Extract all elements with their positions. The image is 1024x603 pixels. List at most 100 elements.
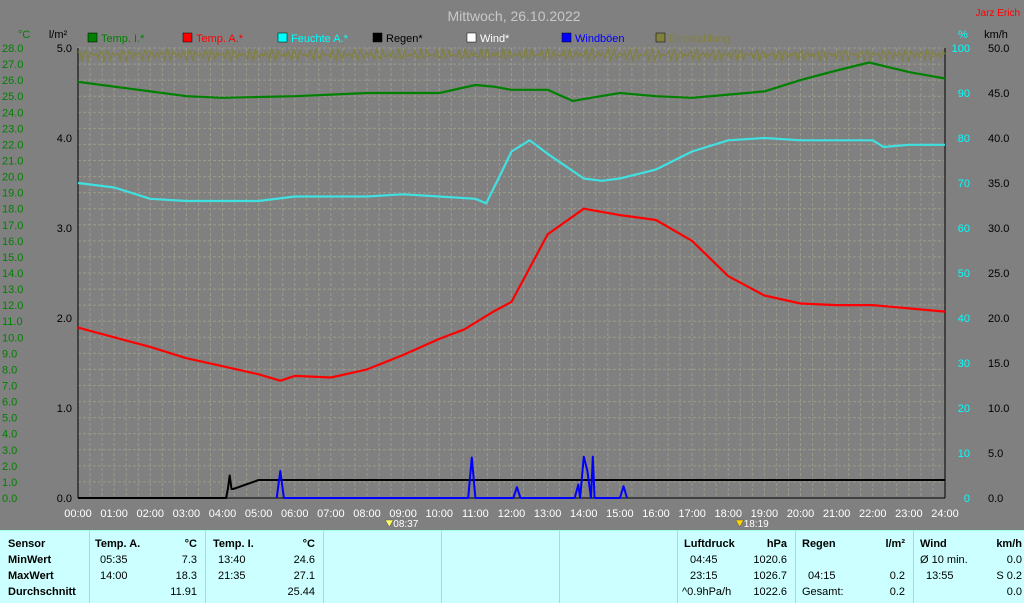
rain-tick-label: 3.0	[57, 223, 72, 235]
wind-avg-label: Ø 10 min.	[920, 554, 968, 566]
temp-tick-label: 8.0	[2, 364, 17, 376]
humidity-tick-label: 70	[958, 178, 970, 190]
temp-i-header: Temp. I.	[213, 538, 254, 550]
luftdruck-column: Luftdruck hPa 04:45 1020.6 23:15 1026.7 …	[678, 531, 796, 603]
temp-tick-label: 27.0	[2, 59, 23, 71]
empty-column-3	[560, 531, 678, 603]
regen-gesamt-label: Gesamt:	[802, 586, 844, 598]
wind-tick-label: 5.0	[988, 448, 1003, 460]
humidity-tick-label: 20	[958, 403, 970, 415]
empty-column-1	[324, 531, 442, 603]
temp-tick-label: 23.0	[2, 123, 23, 135]
temp-tick-label: 12.0	[2, 300, 23, 312]
wind-tick-label: 50.0	[988, 43, 1009, 55]
wind-header: Wind	[920, 538, 947, 550]
regen-r1-val: 0.2	[889, 570, 905, 582]
wind-tick-label: 15.0	[988, 358, 1009, 370]
temp-tick-label: 4.0	[2, 429, 17, 441]
rain-tick-label: 4.0	[57, 133, 72, 145]
minwert-label: MinWert	[8, 554, 52, 566]
temp-tick-label: 7.0	[2, 381, 17, 393]
temp-a-min-time: 05:35	[100, 554, 128, 566]
sunset-label: 18:19	[744, 519, 769, 530]
temp-tick-label: 15.0	[2, 252, 23, 264]
temp-tick-label: 19.0	[2, 188, 23, 200]
temp-tick-label: 11.0	[2, 316, 23, 328]
temp-tick-label: 24.0	[2, 107, 23, 119]
durchschnitt-label: Durchschnitt	[8, 586, 76, 598]
wind-tick-label: 0.0	[988, 493, 1003, 505]
humidity-tick-label: 50	[958, 268, 970, 280]
legend-label: Feuchte A.*	[291, 33, 349, 45]
weather-chart: Mittwoch, 26.10.2022 Jarz Erich °C l/m² …	[0, 0, 1024, 530]
legend-swatch	[277, 32, 288, 43]
legend-label: Temp. I.*	[101, 33, 145, 45]
sunrise-label: 08:37	[393, 519, 418, 530]
rain-tick-label: 5.0	[57, 43, 72, 55]
regen-r1-time: 04:15	[808, 570, 836, 582]
temp-a-max-val: 18.3	[175, 570, 197, 582]
legend-swatch	[466, 32, 477, 43]
humidity-tick-label: 90	[958, 88, 970, 100]
luft-trend-val: 1022.6	[753, 586, 787, 598]
temp-a-unit: °C	[184, 538, 197, 550]
temp-tick-label: 0.0	[2, 493, 17, 505]
regen-column: Regen l/m² 04:15 0.2 Gesamt: 0.2	[796, 531, 914, 603]
temp-tick-label: 21.0	[2, 156, 23, 168]
temp-tick-label: 22.0	[2, 139, 23, 151]
temp-tick-label: 17.0	[2, 220, 23, 232]
legend-swatch	[182, 32, 193, 43]
rain-tick-label: 1.0	[57, 403, 72, 415]
maxwert-label: MaxWert	[8, 570, 54, 582]
luft-min-time: 04:45	[690, 554, 718, 566]
wind-tick-label: 25.0	[988, 268, 1009, 280]
wind-max-time: 13:55	[926, 570, 954, 582]
chart-title: Mittwoch, 26.10.2022	[447, 8, 580, 24]
luft-trend-label: ^0.9hPa/h	[682, 586, 732, 598]
time-tick-label: 12:00	[498, 508, 526, 520]
wind-r3-val: 0.0	[1006, 586, 1022, 598]
time-tick-label: 22:00	[859, 508, 887, 520]
luft-min-val: 1020.6	[753, 554, 787, 566]
wind-tick-label: 20.0	[988, 313, 1009, 325]
temp-tick-label: 13.0	[2, 284, 23, 296]
author-label: Jarz Erich	[976, 8, 1020, 19]
temp-tick-label: 28.0	[2, 43, 23, 55]
temp-tick-label: 20.0	[2, 172, 23, 184]
wind-unit: km/h	[996, 538, 1022, 550]
wind-avg-val: 0.0	[1006, 554, 1022, 566]
legend-label: Wind*	[480, 33, 510, 45]
temp-tick-label: 25.0	[2, 91, 23, 103]
temp-tick-label: 26.0	[2, 75, 23, 87]
wind-tick-label: 35.0	[988, 178, 1009, 190]
legend-label: Regen*	[386, 33, 423, 45]
time-tick-label: 06:00	[281, 508, 309, 520]
temp-i-max-time: 21:35	[218, 570, 246, 582]
temp-a-avg-val: 11.91	[170, 586, 197, 598]
temp-a-header: Temp. A.	[95, 538, 141, 550]
temp-i-min-time: 13:40	[218, 554, 246, 566]
temp-tick-label: 5.0	[2, 413, 17, 425]
wind-tick-label: 40.0	[988, 133, 1009, 145]
temp-i-max-val: 27.1	[293, 570, 315, 582]
temp-a-column: Temp. A. °C 05:35 7.3 14:00 18.3 11.91	[90, 531, 206, 603]
time-tick-label: 07:00	[317, 508, 345, 520]
time-tick-label: 00:00	[64, 508, 92, 520]
temp-tick-label: 10.0	[2, 332, 23, 344]
time-tick-label: 03:00	[173, 508, 201, 520]
temp-i-avg-val: 25.44	[287, 586, 315, 598]
rain-tick-label: 0.0	[57, 493, 72, 505]
luft-max-val: 1026.7	[753, 570, 787, 582]
legend-label: Temp. A.*	[196, 33, 244, 45]
regen-gesamt-val: 0.2	[889, 586, 905, 598]
time-tick-label: 17:00	[678, 508, 706, 520]
wind-max-val: S 0.2	[996, 570, 1022, 582]
humidity-tick-label: 60	[958, 223, 970, 235]
temp-tick-label: 16.0	[2, 236, 23, 248]
time-tick-label: 05:00	[245, 508, 273, 520]
sensor-column: Sensor MinWert MaxWert Durchschnitt	[0, 531, 90, 603]
time-tick-label: 10:00	[425, 508, 453, 520]
time-tick-label: 23:00	[895, 508, 923, 520]
time-tick-label: 18:00	[714, 508, 742, 520]
time-tick-label: 24:00	[931, 508, 959, 520]
